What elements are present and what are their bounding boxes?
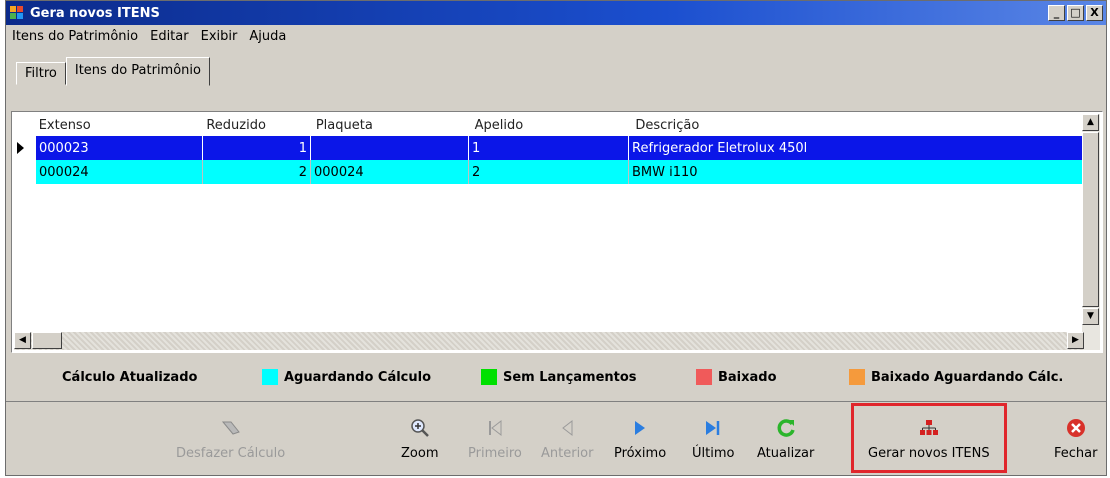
cell-extenso: 000024 (36, 160, 203, 184)
legend-sem-lancamentos: Sem Lançamentos (481, 369, 637, 385)
app-icon (10, 6, 24, 20)
minimize-button[interactable]: _ (1048, 5, 1065, 21)
first-record-icon (485, 416, 505, 440)
scroll-down-arrow-icon[interactable]: ▼ (1082, 308, 1099, 325)
desfazer-calculo-button[interactable]: Desfazer Cálculo (176, 416, 285, 461)
scroll-up-arrow-icon[interactable]: ▲ (1082, 114, 1099, 131)
cell-extenso: 000023 (36, 136, 203, 160)
legend-swatch (262, 369, 278, 385)
items-grid-panel: Extenso Reduzido Plaqueta Apelido Descri… (11, 111, 1103, 353)
anterior-button[interactable]: Anterior (541, 416, 593, 461)
legend-swatch (849, 369, 865, 385)
col-descricao[interactable]: Descrição (632, 118, 1084, 133)
zoom-button[interactable]: Zoom (401, 416, 438, 461)
zoom-icon (409, 416, 431, 440)
ultimo-button[interactable]: Último (692, 416, 734, 461)
table-row[interactable]: 000023 1 1 Refrigerador Eletrolux 450l (36, 136, 1084, 160)
col-extenso[interactable]: Extenso (36, 118, 204, 133)
primeiro-button[interactable]: Primeiro (468, 416, 522, 461)
cell-apelido: 1 (469, 136, 629, 160)
title-bar[interactable]: Gera novos ITENS _ □ X (6, 1, 1106, 25)
proximo-button[interactable]: Próximo (614, 416, 666, 461)
horizontal-scrollbar[interactable]: ◀ ▶ (14, 332, 1084, 350)
eraser-icon (219, 416, 243, 440)
legend-aguardando-calculo: Aguardando Cálculo (262, 369, 431, 385)
status-legend: Cálculo Atualizado Aguardando Cálculo Se… (6, 359, 1106, 395)
menu-ajuda[interactable]: Ajuda (249, 29, 286, 44)
menu-exibir[interactable]: Exibir (201, 29, 238, 44)
table-row[interactable]: 000024 2 000024 2 BMW i110 (36, 160, 1084, 184)
window-title: Gera novos ITENS (30, 5, 160, 21)
refresh-icon (775, 416, 797, 440)
col-plaqueta[interactable]: Plaqueta (313, 118, 472, 133)
scroll-right-arrow-icon[interactable]: ▶ (1067, 332, 1084, 349)
legend-swatch (481, 369, 497, 385)
menu-itens-patrimonio[interactable]: Itens do Patrimônio (12, 29, 138, 44)
cell-apelido: 2 (469, 160, 629, 184)
vertical-scrollbar[interactable]: ▲ ▼ (1082, 114, 1100, 350)
grid-header: Extenso Reduzido Plaqueta Apelido Descri… (14, 114, 1084, 136)
row-indicator (14, 136, 36, 160)
cell-descricao: Refrigerador Eletrolux 450l (629, 136, 1084, 160)
tab-itens-patrimonio[interactable]: Itens do Patrimônio (65, 57, 210, 86)
menu-editar[interactable]: Editar (150, 29, 189, 44)
close-circle-icon (1065, 416, 1087, 440)
legend-swatch (696, 369, 712, 385)
last-record-icon (703, 416, 723, 440)
cell-plaqueta: 000024 (311, 160, 469, 184)
tab-filtro[interactable]: Filtro (16, 62, 66, 85)
main-window: Gera novos ITENS _ □ X Itens do Patrimôn… (5, 0, 1107, 476)
menu-bar: Itens do Patrimônio Editar Exibir Ajuda (6, 25, 1106, 47)
current-row-arrow-icon (17, 142, 24, 154)
close-button[interactable]: X (1086, 5, 1103, 21)
legend-baixado-aguardando: Baixado Aguardando Cálc. (849, 369, 1063, 385)
legend-calculo-atualizado: Cálculo Atualizado (62, 369, 198, 385)
cell-reduzido: 1 (203, 136, 311, 160)
cell-reduzido: 2 (203, 160, 311, 184)
items-grid[interactable]: Extenso Reduzido Plaqueta Apelido Descri… (14, 114, 1084, 332)
scroll-left-arrow-icon[interactable]: ◀ (14, 332, 31, 349)
tab-strip: Filtro Itens do Patrimônio (16, 55, 210, 86)
col-reduzido[interactable]: Reduzido (203, 118, 312, 133)
legend-baixado: Baixado (696, 369, 777, 385)
fechar-button[interactable]: Fechar (1054, 416, 1097, 461)
col-apelido[interactable]: Apelido (472, 118, 633, 133)
atualizar-button[interactable]: Atualizar (757, 416, 814, 461)
vertical-scroll-thumb[interactable] (1082, 132, 1099, 307)
previous-record-icon (557, 416, 577, 440)
maximize-button[interactable]: □ (1067, 5, 1084, 21)
next-record-icon (630, 416, 650, 440)
horizontal-scroll-thumb[interactable] (32, 332, 62, 349)
highlight-box (851, 403, 1007, 473)
cell-descricao: BMW i110 (629, 160, 1084, 184)
cell-plaqueta (311, 136, 469, 160)
